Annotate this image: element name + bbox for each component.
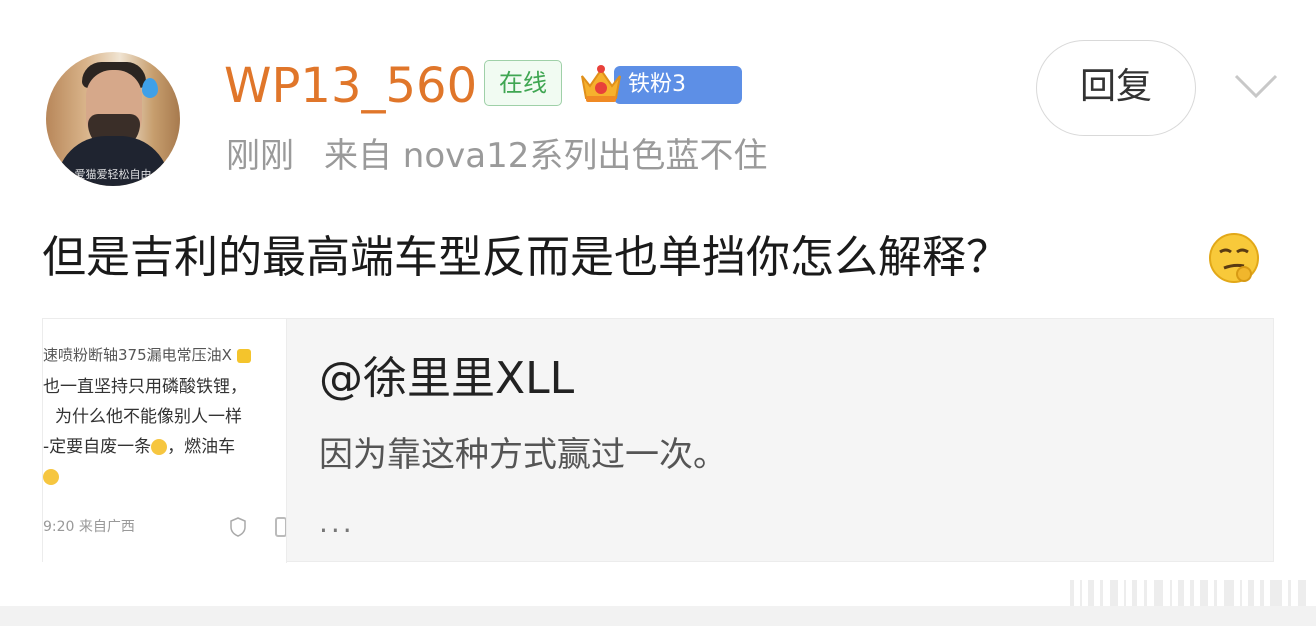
quoted-author[interactable]: @徐里里XLL (319, 349, 574, 409)
thumb-line: 速喷粉断轴375漏电常压油X (43, 343, 251, 367)
smirk-face-emoji-icon (1209, 233, 1259, 283)
crown-icon (581, 65, 621, 102)
comment-meta: 刚刚 来自 nova12系列出色蓝不住 (226, 132, 767, 180)
quoted-post-thumbnail[interactable]: 速喷粉断轴375漏电常压油X 也一直坚持只用磷酸铁锂， 为什么他不能像别人一样 … (43, 319, 287, 563)
thumb-line (43, 465, 59, 489)
user-avatar[interactable]: 爱猫爱轻松自由 (46, 52, 180, 186)
thumb-line: 为什么他不能像别人一样 (55, 407, 242, 427)
share-icon (275, 517, 286, 537)
username[interactable]: WP13_560 (224, 56, 477, 116)
reply-button[interactable]: 回复 (1036, 40, 1196, 136)
quoted-post-card[interactable]: 速喷粉断轴375漏电常压油X 也一直坚持只用磷酸铁锂， 为什么他不能像别人一样 … (42, 318, 1274, 563)
more-ellipsis: ... (319, 506, 355, 539)
bottom-divider (0, 606, 1316, 626)
avatar-caption: 爱猫爱轻松自由 (74, 168, 152, 181)
quoted-text: 因为靠这种方式赢过一次。 (319, 435, 727, 475)
thumb-line: -定要自废一条 ，燃油车 (43, 437, 236, 457)
chevron-down-icon[interactable] (1232, 70, 1280, 102)
comment-text: 但是吉利的最高端车型反而是也单挡你怎么解释？ (42, 232, 1010, 283)
sweat-drop-icon (142, 78, 158, 98)
shield-icon (230, 517, 246, 537)
online-status-badge: 在线 (484, 60, 562, 106)
thumb-line: 也一直坚持只用磷酸铁锂， (43, 377, 247, 397)
comment-source: 来自 nova12系列出色蓝不住 (324, 136, 768, 176)
fan-level-label: 铁粉3 (614, 66, 742, 104)
thumb-footer: 9:20 来自广西 (43, 519, 135, 535)
comment-time: 刚刚 (226, 136, 294, 176)
